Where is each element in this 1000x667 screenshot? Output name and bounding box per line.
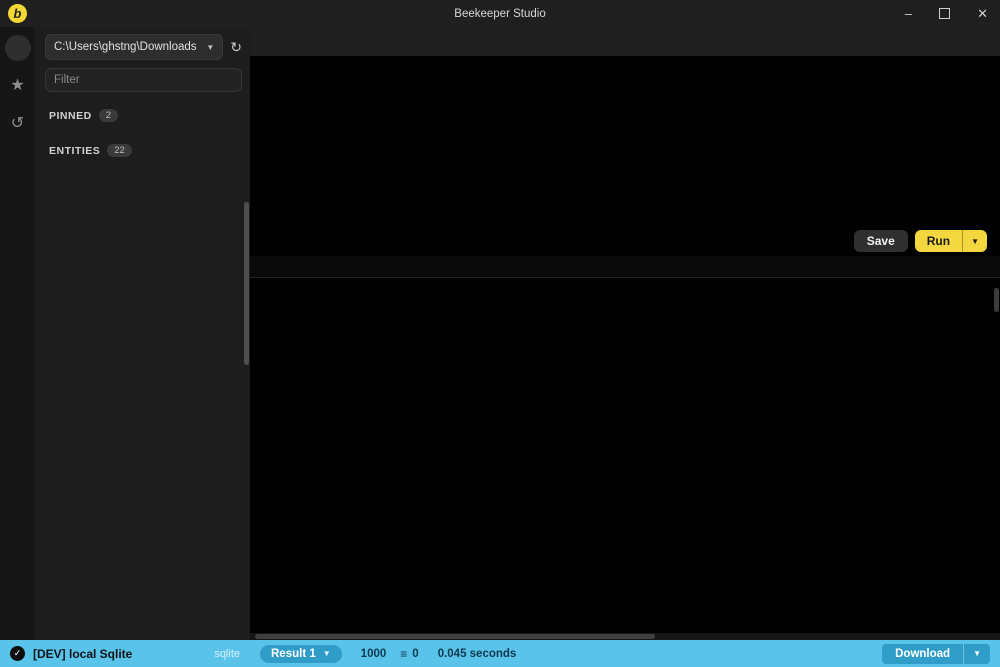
sidebar-scrollbar[interactable] xyxy=(244,202,249,365)
entities-section-header: ENTITIES 22 xyxy=(49,144,250,157)
download-options-caret[interactable]: ▼ xyxy=(963,644,990,664)
pinned-section-header: PINNED 2 xyxy=(49,109,250,122)
chevron-down-icon: ▼ xyxy=(323,649,331,658)
run-options-caret[interactable]: ▼ xyxy=(962,230,987,252)
elapsed-time: 0.045 seconds xyxy=(433,648,517,660)
pinned-count-badge: 2 xyxy=(99,109,118,122)
window-title: Beekeeper Studio xyxy=(0,8,1000,20)
rows-affected-icon: ≡ xyxy=(400,648,407,660)
connection-name: [DEV] local Sqlite xyxy=(33,647,206,661)
entities-count-badge: 22 xyxy=(107,144,132,157)
sidebar: C:\Users\ghstng\Downloads ▼ ↻ Filter PIN… xyxy=(35,27,250,640)
run-button-label[interactable]: Run xyxy=(915,230,962,252)
entities-label: ENTITIES xyxy=(49,145,100,157)
left-rail: ★ ↺ xyxy=(0,27,35,640)
connected-check-icon: ✓ xyxy=(10,646,25,661)
window-controls: – ✕ xyxy=(905,0,988,27)
result-selector[interactable]: Result 1 ▼ xyxy=(260,645,342,663)
database-path: C:\Users\ghstng\Downloads xyxy=(54,41,200,53)
horizontal-scroll-thumb[interactable] xyxy=(255,634,655,639)
results-horizontal-scrollbar[interactable] xyxy=(250,633,1000,640)
affected-rows: ≡ 0 xyxy=(400,648,418,660)
connection-dialect: sqlite xyxy=(214,648,240,660)
results-table xyxy=(250,278,1000,633)
app-logo-icon: b xyxy=(8,4,27,23)
minimize-icon[interactable]: – xyxy=(905,7,912,20)
history-icon[interactable]: ↺ xyxy=(5,111,31,137)
main-area: Save Run ▼ xyxy=(250,27,1000,640)
chevron-down-icon: ▼ xyxy=(973,649,981,658)
database-tables-icon[interactable] xyxy=(5,35,31,61)
query-status-bar: Result 1 ▼ 1000 ≡ 0 0.045 seconds Downlo… xyxy=(250,640,1000,667)
record-count: 1000 xyxy=(356,648,387,660)
titlebar: b Beekeeper Studio – ✕ xyxy=(0,0,1000,27)
filter-placeholder: Filter xyxy=(54,74,233,86)
query-actions: Save Run ▼ xyxy=(250,226,1000,256)
maximize-icon[interactable] xyxy=(939,8,950,19)
beekeeper-studio-window: b Beekeeper Studio – ✕ ★ ↺ C:\Users\ghst… xyxy=(0,0,1000,667)
sql-editor[interactable] xyxy=(250,56,1000,226)
chevron-down-icon: ▼ xyxy=(971,237,979,246)
save-button[interactable]: Save xyxy=(854,230,908,252)
chevron-down-icon: ▼ xyxy=(206,43,214,52)
refresh-icon[interactable]: ↻ xyxy=(230,39,242,56)
database-selector[interactable]: C:\Users\ghstng\Downloads ▼ xyxy=(45,34,223,60)
result-label: Result 1 xyxy=(271,648,316,660)
run-button[interactable]: Run ▼ xyxy=(915,230,987,252)
favorites-star-icon[interactable]: ★ xyxy=(5,73,31,99)
results-vertical-scrollbar[interactable] xyxy=(994,288,999,312)
results-header xyxy=(250,256,1000,278)
pinned-label: PINNED xyxy=(49,110,92,122)
close-icon[interactable]: ✕ xyxy=(977,7,988,20)
download-button[interactable]: Download ▼ xyxy=(882,644,990,664)
tab-strip xyxy=(250,27,1000,56)
connection-status-bar: ✓ [DEV] local Sqlite sqlite xyxy=(0,640,250,667)
download-button-label[interactable]: Download xyxy=(882,644,963,664)
entity-filter-input[interactable]: Filter xyxy=(45,68,242,92)
